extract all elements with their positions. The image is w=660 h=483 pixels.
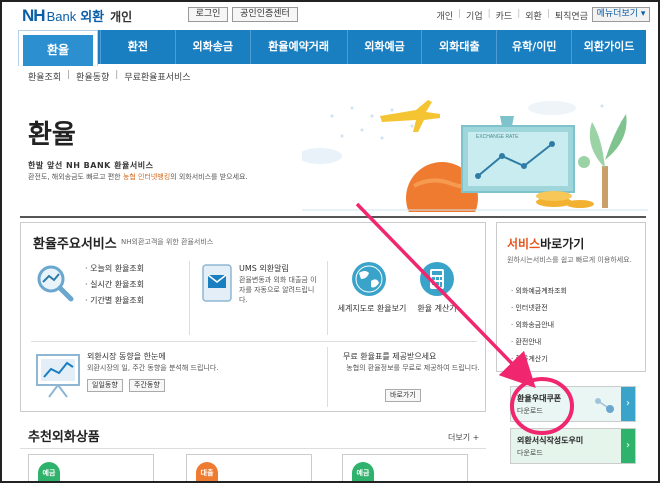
divider-horizontal: [20, 448, 486, 449]
gnb-rate-label: 환율: [23, 35, 93, 66]
util-link-personal[interactable]: 개인: [436, 9, 453, 22]
shortcuts-title: 서비스바로가기: [507, 237, 585, 251]
breadcrumb-rate-inquiry[interactable]: 환율조회: [28, 70, 61, 83]
hero-highlight: 농협 인터넷뱅킹: [122, 173, 171, 181]
shortcut-internet-exchange[interactable]: 인터넷환전: [511, 300, 567, 317]
gnb-study-emigration[interactable]: 유학/이민: [496, 30, 571, 64]
services-subtitle: NH외환고객을 위한 환율서비스: [121, 238, 214, 246]
coins-illustration: [536, 191, 594, 208]
gnb-exchange[interactable]: 환전: [100, 30, 175, 64]
hero-illustration: EXCHANGE RATE: [302, 100, 648, 212]
util-link-card[interactable]: 카드: [496, 9, 513, 22]
divider-vertical: [189, 261, 190, 335]
gnb-fx-guide[interactable]: 외환가이드: [571, 30, 646, 64]
hero-subtitle: 한발 앞선 NH BANK 환율서비스: [28, 161, 154, 170]
go-button[interactable]: 바로가기: [385, 389, 421, 402]
share-nodes-icon: [595, 398, 614, 413]
more-menu-button[interactable]: 메뉴더보기 ▾: [592, 7, 650, 22]
util-link-corporate[interactable]: 기업: [466, 9, 483, 22]
page-title: 환율: [28, 120, 76, 150]
free-rate-table-description: 농협의 환율정보를 무료로 제공하여 드립니다.: [346, 364, 480, 372]
utility-links: 개인 | 기업 | 카드 | 외환 | 퇴직연금: [436, 9, 588, 22]
divider-horizontal: [31, 341, 477, 342]
shortcuts-description: 원하시는서비스를 쉽고 빠르게 이용하세요.: [507, 256, 632, 264]
ums-alert-icon: [202, 264, 232, 302]
recommended-products-title: 추천외화상품: [28, 430, 100, 445]
link-today-rate[interactable]: 오늘의 환율조회: [85, 261, 144, 277]
market-trend-description: 외환시장의 일, 주간 동향을 분석해 드립니다.: [87, 364, 219, 372]
util-link-fx[interactable]: 외환: [525, 9, 542, 22]
exchange-rate-board: EXCHANGE RATE: [461, 116, 575, 193]
ums-title[interactable]: UMS 외환알림: [239, 263, 289, 274]
airplane-icon: [380, 100, 440, 132]
logo-fx: 외환: [80, 10, 105, 25]
rate-search-icon: [37, 265, 74, 302]
rate-inquiry-list: 오늘의 환율조회 실시간 환율조회 기간별 환율조회: [85, 261, 144, 309]
coupon-title: 외환서식작성도우미: [517, 436, 584, 445]
world-map-icon[interactable]: [351, 261, 387, 297]
service-shortcuts-panel: 서비스바로가기 원하시는서비스를 쉽고 빠르게 이용하세요. 외화예금계좌조회 …: [496, 222, 646, 372]
logo-bank: Bank: [46, 9, 77, 24]
world-map-rate-link[interactable]: 세계지도로 환율보기: [337, 303, 407, 314]
free-rate-table-title: 무료 환율표를 제공받으세요: [343, 352, 437, 361]
logo-nh: NH: [22, 6, 46, 25]
breadcrumb-rate-trend[interactable]: 환율동향: [76, 70, 109, 83]
more-link[interactable]: 더보기 +: [448, 432, 479, 443]
chevron-right-icon: ›: [621, 429, 635, 463]
nh-bank-logo[interactable]: NH Bank 외환 개인: [22, 6, 132, 26]
daily-trend-button[interactable]: 일일동향: [87, 379, 123, 392]
login-button[interactable]: 로그인: [188, 7, 228, 22]
hero-description: 환전도, 해외송금도 빠르고 편한 농협 인터넷뱅킹의 외화서비스를 받으세요.: [28, 173, 248, 181]
gnb-fx-deposit[interactable]: 외화예금: [346, 30, 422, 64]
coupon-title: 환율우대쿠폰: [517, 394, 562, 403]
market-trend-title: 외환시장 동향을 한눈에: [87, 352, 166, 361]
rate-coupon-download[interactable]: 환율우대쿠폰 다운로드 ›: [510, 386, 636, 422]
coupon-sub: 다운로드: [517, 407, 543, 415]
services-title: 환율주요서비스: [33, 237, 117, 252]
cert-center-button[interactable]: 공인인증센터: [232, 7, 298, 22]
section-divider: [20, 216, 646, 218]
weekly-trend-button[interactable]: 주간동향: [129, 379, 165, 392]
main-services-panel: 환율주요서비스 NH외환고객을 위한 환율서비스 오늘의 환율조회 실시간 환율…: [20, 222, 486, 412]
browser-frame: NH Bank 외환 개인 로그인 공인인증센터 개인 | 기업 | 카드 | 외환 |…: [0, 0, 660, 483]
gnb-rate-tab[interactable]: 환율: [18, 30, 98, 66]
deposit-badge: 예금: [38, 462, 60, 481]
divider-vertical: [327, 261, 328, 335]
shortcut-remittance-guide[interactable]: 외화송금안내: [511, 317, 567, 334]
rate-calculator-link[interactable]: 환율 계산기: [409, 303, 465, 314]
deposit-badge: 예금: [352, 462, 374, 481]
fx-form-helper-download[interactable]: 외환서식작성도우미 다운로드 ›: [510, 428, 636, 464]
util-link-pension[interactable]: 퇴직연금: [555, 9, 588, 22]
logo-personal: 개인: [110, 10, 133, 24]
link-realtime-rate[interactable]: 실시간 환율조회: [85, 277, 144, 293]
shortcut-exchange-guide[interactable]: 환전안내: [511, 334, 567, 351]
loan-badge: 대출: [196, 462, 218, 481]
ums-description: 환율변동과 외화 대출금 이자를 자동으로 알려드립니다.: [239, 276, 317, 304]
breadcrumb-free-rate-table[interactable]: 무료환율표서비스: [124, 70, 190, 83]
market-trend-icon: [36, 354, 80, 398]
gnb-fx-loan[interactable]: 외화대출: [421, 30, 496, 64]
breadcrumb: 환율조회 | 환율동향 | 무료환율표서비스: [28, 70, 191, 83]
divider-vertical: [327, 347, 328, 407]
gnb-rate-reservation[interactable]: 환율예약거래: [249, 30, 347, 64]
link-period-rate[interactable]: 기간별 환율조회: [85, 293, 144, 309]
coupon-sub: 다운로드: [517, 449, 543, 457]
shortcut-fx-account[interactable]: 외화예금계좌조회: [511, 283, 567, 300]
main-navigation: 환전 외화송금 환율예약거래 외화예금 외화대출 유학/이민 외환가이드 환율: [18, 30, 646, 66]
shortcut-rate-calculator[interactable]: 환율계산기: [511, 351, 567, 368]
shortcuts-list: 외화예금계좌조회 인터넷환전 외화송금안내 환전안내 환율계산기: [511, 283, 567, 368]
hero-banner: 환율 한발 앞선 NH BANK 환율서비스 환전도, 해외송금도 빠르고 편한…: [2, 86, 658, 212]
calculator-icon[interactable]: [419, 261, 455, 297]
top-bar: NH Bank 외환 개인 로그인 공인인증센터 개인 | 기업 | 카드 | 외환 |…: [2, 2, 658, 28]
gnb-remittance[interactable]: 외화송금: [174, 30, 250, 64]
svg-text:EXCHANGE RATE: EXCHANGE RATE: [476, 134, 519, 140]
tree-illustration: [578, 114, 627, 208]
chevron-right-icon: ›: [621, 387, 635, 421]
